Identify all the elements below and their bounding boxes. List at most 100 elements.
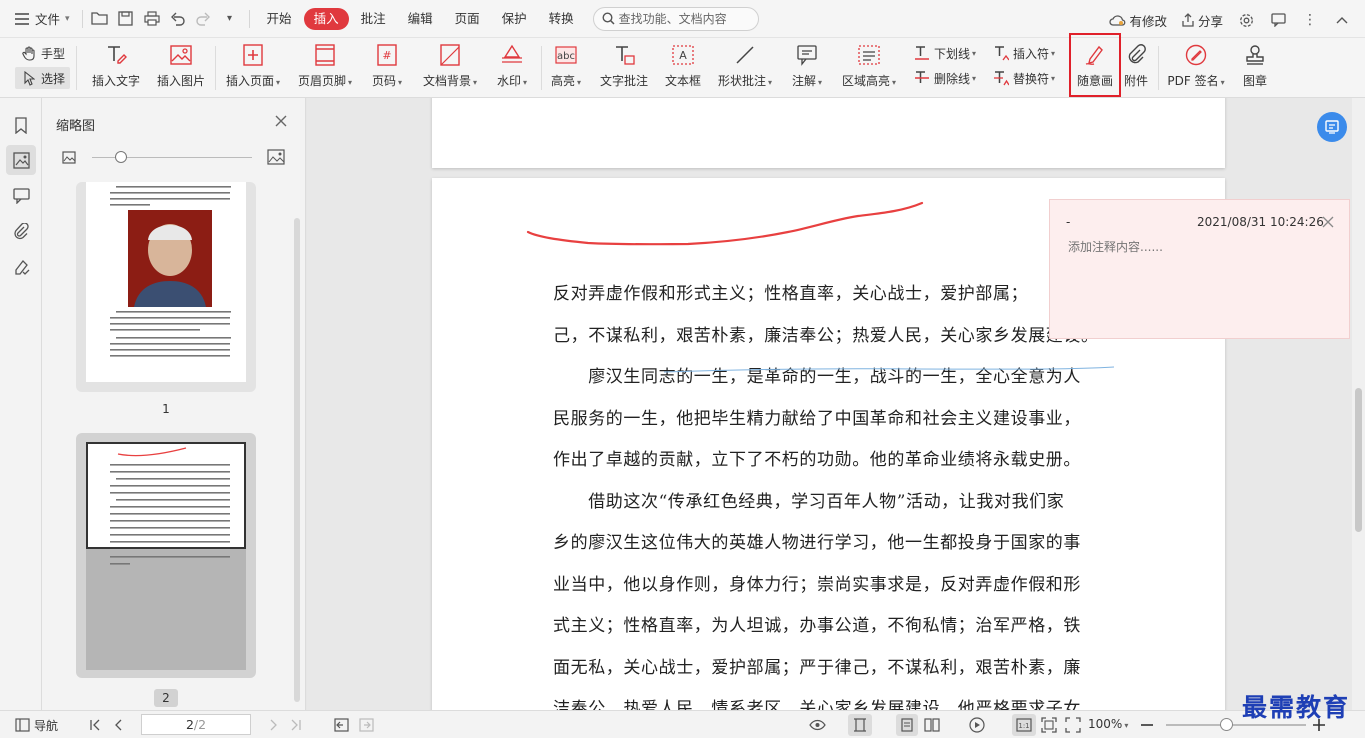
small-image-icon[interactable] (62, 151, 76, 164)
attachment-button[interactable]: 附件 (1120, 38, 1152, 89)
text-annotation-button[interactable]: 文字批注 (596, 38, 652, 89)
insert-text-button[interactable]: 插入文字 (88, 38, 144, 89)
shape-annotation-button[interactable]: 形状批注 ▾ (712, 38, 778, 89)
highlight-label: 高亮 (550, 74, 575, 88)
insert-image-button[interactable]: 插入图片 (153, 38, 209, 89)
doc-background-button[interactable]: 文档背景 ▾ (418, 38, 482, 89)
document-line: 面无私，关心战士，爱护部属；严于律己，不谋私利，艰苦朴素，廉 (553, 657, 1081, 678)
print-icon[interactable] (139, 6, 165, 32)
nav-toggle-icon[interactable] (13, 716, 31, 734)
chevron-down-icon: ▾ (1124, 721, 1129, 730)
signature-panel-icon[interactable] (6, 252, 36, 282)
tab-comment[interactable]: 批注 (351, 8, 396, 30)
document-line: 业当中，他以身作则，身体力行；崇尚实事求是，反对弄虚作假和形 (553, 574, 1081, 595)
tab-convert[interactable]: 转换 (539, 8, 584, 30)
document-scrollbar[interactable] (1352, 98, 1365, 710)
last-page-icon[interactable] (287, 716, 305, 734)
header-footer-button[interactable]: 页眉页脚 ▾ (293, 38, 357, 89)
textbox-button[interactable]: A 文本框 (661, 38, 705, 89)
tab-edit[interactable]: 编辑 (398, 8, 443, 30)
thumbnail-size-slider[interactable] (62, 148, 292, 168)
page-number-input[interactable]: 2/2 (141, 714, 251, 735)
bookmark-icon[interactable] (6, 110, 36, 140)
close-icon[interactable] (272, 112, 290, 130)
collapse-ribbon-icon[interactable] (1329, 7, 1355, 33)
zoom-slider-track[interactable] (1166, 724, 1306, 726)
close-icon[interactable] (1320, 214, 1336, 230)
zoom-out-icon[interactable] (1138, 716, 1156, 734)
modified-status-button[interactable]: 有修改 (1105, 7, 1171, 33)
single-page-icon[interactable] (896, 714, 918, 736)
eye-protection-icon[interactable] (808, 716, 826, 734)
play-slideshow-icon[interactable] (968, 716, 986, 734)
tab-home[interactable]: 开始 (257, 8, 302, 30)
pdf-sign-button[interactable]: PDF 签名 ▾ (1163, 38, 1229, 89)
underline-button[interactable]: 下划线 ▾ (913, 44, 976, 62)
save-icon[interactable] (113, 6, 139, 32)
thumbnail-page-1[interactable] (76, 182, 256, 392)
forward-view-icon[interactable] (357, 716, 375, 734)
fullscreen-icon[interactable] (1064, 716, 1082, 734)
thumbnail-panel-title: 缩略图 (56, 119, 96, 134)
chevron-down-icon: ▾ (473, 78, 478, 87)
file-menu[interactable]: 文件 ▾ (0, 6, 78, 32)
previous-page-icon[interactable] (110, 716, 128, 734)
quick-access-chevron-icon[interactable]: ▾ (217, 6, 243, 32)
note-button[interactable]: 注解 ▾ (785, 38, 829, 89)
slider-knob[interactable] (114, 151, 127, 163)
share-button[interactable]: 分享 (1177, 7, 1227, 33)
fit-width-icon[interactable] (848, 714, 872, 736)
first-page-icon[interactable] (86, 716, 104, 734)
open-folder-icon[interactable] (87, 6, 113, 32)
thumbnail-page-2[interactable] (76, 433, 256, 678)
document-scrollbar-thumb[interactable] (1355, 388, 1362, 532)
fit-page-icon[interactable] (1040, 716, 1058, 734)
thumbnail-page-2-number: 2 (154, 689, 178, 707)
large-image-icon[interactable] (267, 149, 285, 165)
search-icon (602, 12, 615, 25)
watermark-button[interactable]: 水印 ▾ (490, 38, 534, 89)
area-highlight-button[interactable]: 区域高亮 ▾ (838, 38, 900, 89)
redo-icon[interactable] (191, 6, 217, 32)
insert-page-button[interactable]: 插入页面 ▾ (222, 38, 284, 89)
tab-page[interactable]: 页面 (445, 8, 490, 30)
thumbnail-scrollbar[interactable] (294, 218, 300, 702)
zoom-slider-knob[interactable] (1220, 718, 1234, 731)
attachment-panel-icon[interactable] (6, 216, 36, 246)
paperclip-icon (1123, 42, 1149, 68)
floating-tool-button[interactable] (1317, 112, 1347, 142)
feedback-icon[interactable] (1265, 7, 1291, 33)
tab-insert[interactable]: 插入 (303, 7, 349, 30)
chevron-down-icon: ▾ (65, 13, 70, 24)
insert-page-icon (240, 42, 266, 68)
zoom-dropdown[interactable]: 100% ▾ (1088, 717, 1128, 731)
document-line: 作出了卓越的贡献，立下了不朽的功勋。他的革命业绩将永载史册。 (553, 450, 1081, 470)
actual-size-icon[interactable]: 1:1 (1012, 714, 1036, 736)
comment-input[interactable] (1068, 240, 1328, 254)
strikethrough-button[interactable]: 删除线 ▾ (913, 69, 976, 87)
select-tool-button[interactable]: 选择 (15, 67, 71, 89)
back-view-icon[interactable] (332, 716, 350, 734)
insert-mark-button[interactable]: 插入符 ▾ (992, 44, 1055, 62)
underline-label: 下划线 (934, 46, 971, 61)
search-input[interactable]: 查找功能、文档内容 (592, 6, 759, 31)
page-number-label: 页码 (371, 74, 396, 88)
more-icon[interactable]: ⋮ (1297, 7, 1323, 33)
page-number-button[interactable]: # 页码 ▾ (366, 38, 408, 89)
replace-mark-button[interactable]: 替换符 ▾ (992, 69, 1055, 87)
shape-annotation-label: 形状批注 (717, 74, 766, 88)
next-page-icon[interactable] (264, 716, 282, 734)
comment-list-icon[interactable] (6, 181, 36, 211)
tab-protect[interactable]: 保护 (492, 8, 537, 30)
settings-gear-icon[interactable] (1233, 7, 1259, 33)
two-page-icon[interactable] (923, 716, 941, 734)
annotation-comment-popup[interactable]: - 2021/08/31 10:24:26 (1049, 199, 1350, 339)
nav-label[interactable]: 导航 (34, 717, 58, 734)
thumbnail-icon[interactable] (6, 145, 36, 175)
replace-mark-icon (992, 69, 1010, 87)
document-viewport[interactable]: 反对弄虚作假和形式主义；性格直率，关心战士，爱护部属； 己，不谋私利，艰苦朴素，… (307, 98, 1352, 710)
highlight-button[interactable]: abc 高亮 ▾ (546, 38, 586, 89)
undo-icon[interactable] (165, 6, 191, 32)
hand-tool-button[interactable]: 手型 (20, 44, 65, 62)
stamp-button[interactable]: 图章 (1236, 38, 1274, 89)
